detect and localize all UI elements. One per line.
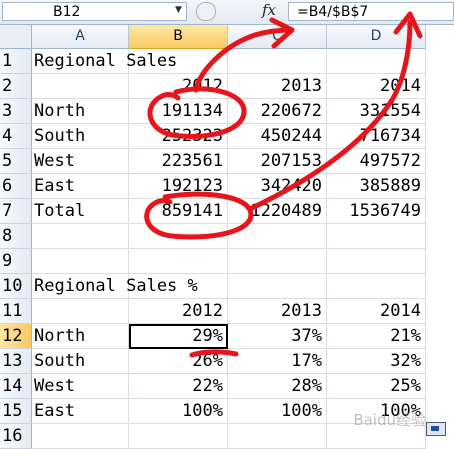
row-header-15[interactable]: 15: [0, 399, 32, 424]
cell-a16[interactable]: [32, 424, 129, 449]
name-box-value: B12: [53, 4, 81, 20]
cell-b8[interactable]: [129, 224, 228, 249]
cell-b2[interactable]: 2012: [129, 74, 228, 99]
cell-c10[interactable]: [228, 274, 327, 299]
row-header-4[interactable]: 4: [0, 124, 32, 149]
name-box[interactable]: B12 ▼: [2, 2, 187, 21]
cell-d5[interactable]: 497572: [327, 149, 426, 174]
formula-text: =B4/$B$7: [297, 4, 369, 20]
cell-a3[interactable]: North: [32, 99, 129, 124]
cell-a10[interactable]: Regional Sales %: [32, 274, 198, 299]
formula-bar: B12 ▼ fx =B4/$B$7: [0, 0, 454, 25]
cell-c1[interactable]: [228, 49, 327, 74]
cell-a4[interactable]: South: [32, 124, 129, 149]
row-header-10[interactable]: 10: [0, 274, 32, 299]
select-all-corner[interactable]: [0, 25, 32, 49]
formula-bar-splitter[interactable]: [196, 2, 216, 21]
view-corner-icon[interactable]: [426, 422, 446, 436]
cell-c2[interactable]: 2013: [228, 74, 327, 99]
cell-d2[interactable]: 2014: [327, 74, 426, 99]
cell-a12[interactable]: North: [32, 324, 129, 349]
cell-c14[interactable]: 28%: [228, 374, 327, 399]
cell-a13[interactable]: South: [32, 349, 129, 374]
cell-a14[interactable]: West: [32, 374, 129, 399]
cell-d12[interactable]: 21%: [327, 324, 426, 349]
cell-a15[interactable]: East: [32, 399, 129, 424]
row-header-5[interactable]: 5: [0, 149, 32, 174]
row-header-13[interactable]: 13: [0, 349, 32, 374]
cell-d10[interactable]: [327, 274, 426, 299]
cell-b14[interactable]: 22%: [129, 374, 228, 399]
cell-c7[interactable]: 1220489: [228, 199, 327, 224]
cell-c15[interactable]: 100%: [228, 399, 327, 424]
insert-function-icon[interactable]: fx: [262, 1, 276, 19]
cell-b6[interactable]: 192123: [129, 174, 228, 199]
cell-a7[interactable]: Total: [32, 199, 129, 224]
cell-c3[interactable]: 220672: [228, 99, 327, 124]
cell-b9[interactable]: [129, 249, 228, 274]
cell-b16[interactable]: [129, 424, 228, 449]
cell-a9[interactable]: [32, 249, 129, 274]
column-header-d[interactable]: D: [327, 25, 426, 49]
cell-d11[interactable]: 2014: [327, 299, 426, 324]
cell-b12[interactable]: 29%: [129, 324, 228, 349]
cell-c5[interactable]: 207153: [228, 149, 327, 174]
cell-c12[interactable]: 37%: [228, 324, 327, 349]
row-header-3[interactable]: 3: [0, 99, 32, 124]
cell-d9[interactable]: [327, 249, 426, 274]
cell-d8[interactable]: [327, 224, 426, 249]
watermark-text: Baidu经验: [353, 411, 426, 429]
cell-b4[interactable]: 252323: [129, 124, 228, 149]
cell-c6[interactable]: 342420: [228, 174, 327, 199]
cell-b11[interactable]: 2012: [129, 299, 228, 324]
row-header-2[interactable]: 2: [0, 74, 32, 99]
row-header-11[interactable]: 11: [0, 299, 32, 324]
row-header-8[interactable]: 8: [0, 224, 32, 249]
row-header-7[interactable]: 7: [0, 199, 32, 224]
cell-c16[interactable]: [228, 424, 327, 449]
cell-d7[interactable]: 1536749: [327, 199, 426, 224]
cell-c8[interactable]: [228, 224, 327, 249]
cell-b7[interactable]: 859141: [129, 199, 228, 224]
cell-d14[interactable]: 25%: [327, 374, 426, 399]
column-header-a[interactable]: A: [32, 25, 129, 49]
row-header-16[interactable]: 16: [0, 424, 32, 449]
cell-d3[interactable]: 331554: [327, 99, 426, 124]
cell-a6[interactable]: East: [32, 174, 129, 199]
cell-a1[interactable]: Regional Sales: [32, 49, 177, 74]
cell-a11[interactable]: [32, 299, 129, 324]
row-header-12[interactable]: 12: [0, 324, 32, 349]
cell-d13[interactable]: 32%: [327, 349, 426, 374]
row-header-1[interactable]: 1: [0, 49, 32, 74]
chevron-down-icon[interactable]: ▼: [175, 5, 182, 15]
cell-d4[interactable]: 716734: [327, 124, 426, 149]
formula-input[interactable]: =B4/$B$7: [288, 2, 454, 21]
cell-b1[interactable]: [129, 49, 228, 74]
cell-b13[interactable]: 26%: [129, 349, 228, 374]
cell-c13[interactable]: 17%: [228, 349, 327, 374]
column-header-b[interactable]: B: [129, 25, 228, 49]
cell-b5[interactable]: 223561: [129, 149, 228, 174]
cell-c9[interactable]: [228, 249, 327, 274]
cell-c4[interactable]: 450244: [228, 124, 327, 149]
cell-d6[interactable]: 385889: [327, 174, 426, 199]
cell-d1[interactable]: [327, 49, 426, 74]
cell-a8[interactable]: [32, 224, 129, 249]
cell-b15[interactable]: 100%: [129, 399, 228, 424]
row-header-9[interactable]: 9: [0, 249, 32, 274]
cell-b3[interactable]: 191134: [129, 99, 228, 124]
column-header-c[interactable]: C: [228, 25, 327, 49]
cell-a5[interactable]: West: [32, 149, 129, 174]
row-header-6[interactable]: 6: [0, 174, 32, 199]
cell-a2[interactable]: [32, 74, 129, 99]
cell-b10[interactable]: [129, 274, 228, 299]
row-header-14[interactable]: 14: [0, 374, 32, 399]
cell-c11[interactable]: 2013: [228, 299, 327, 324]
